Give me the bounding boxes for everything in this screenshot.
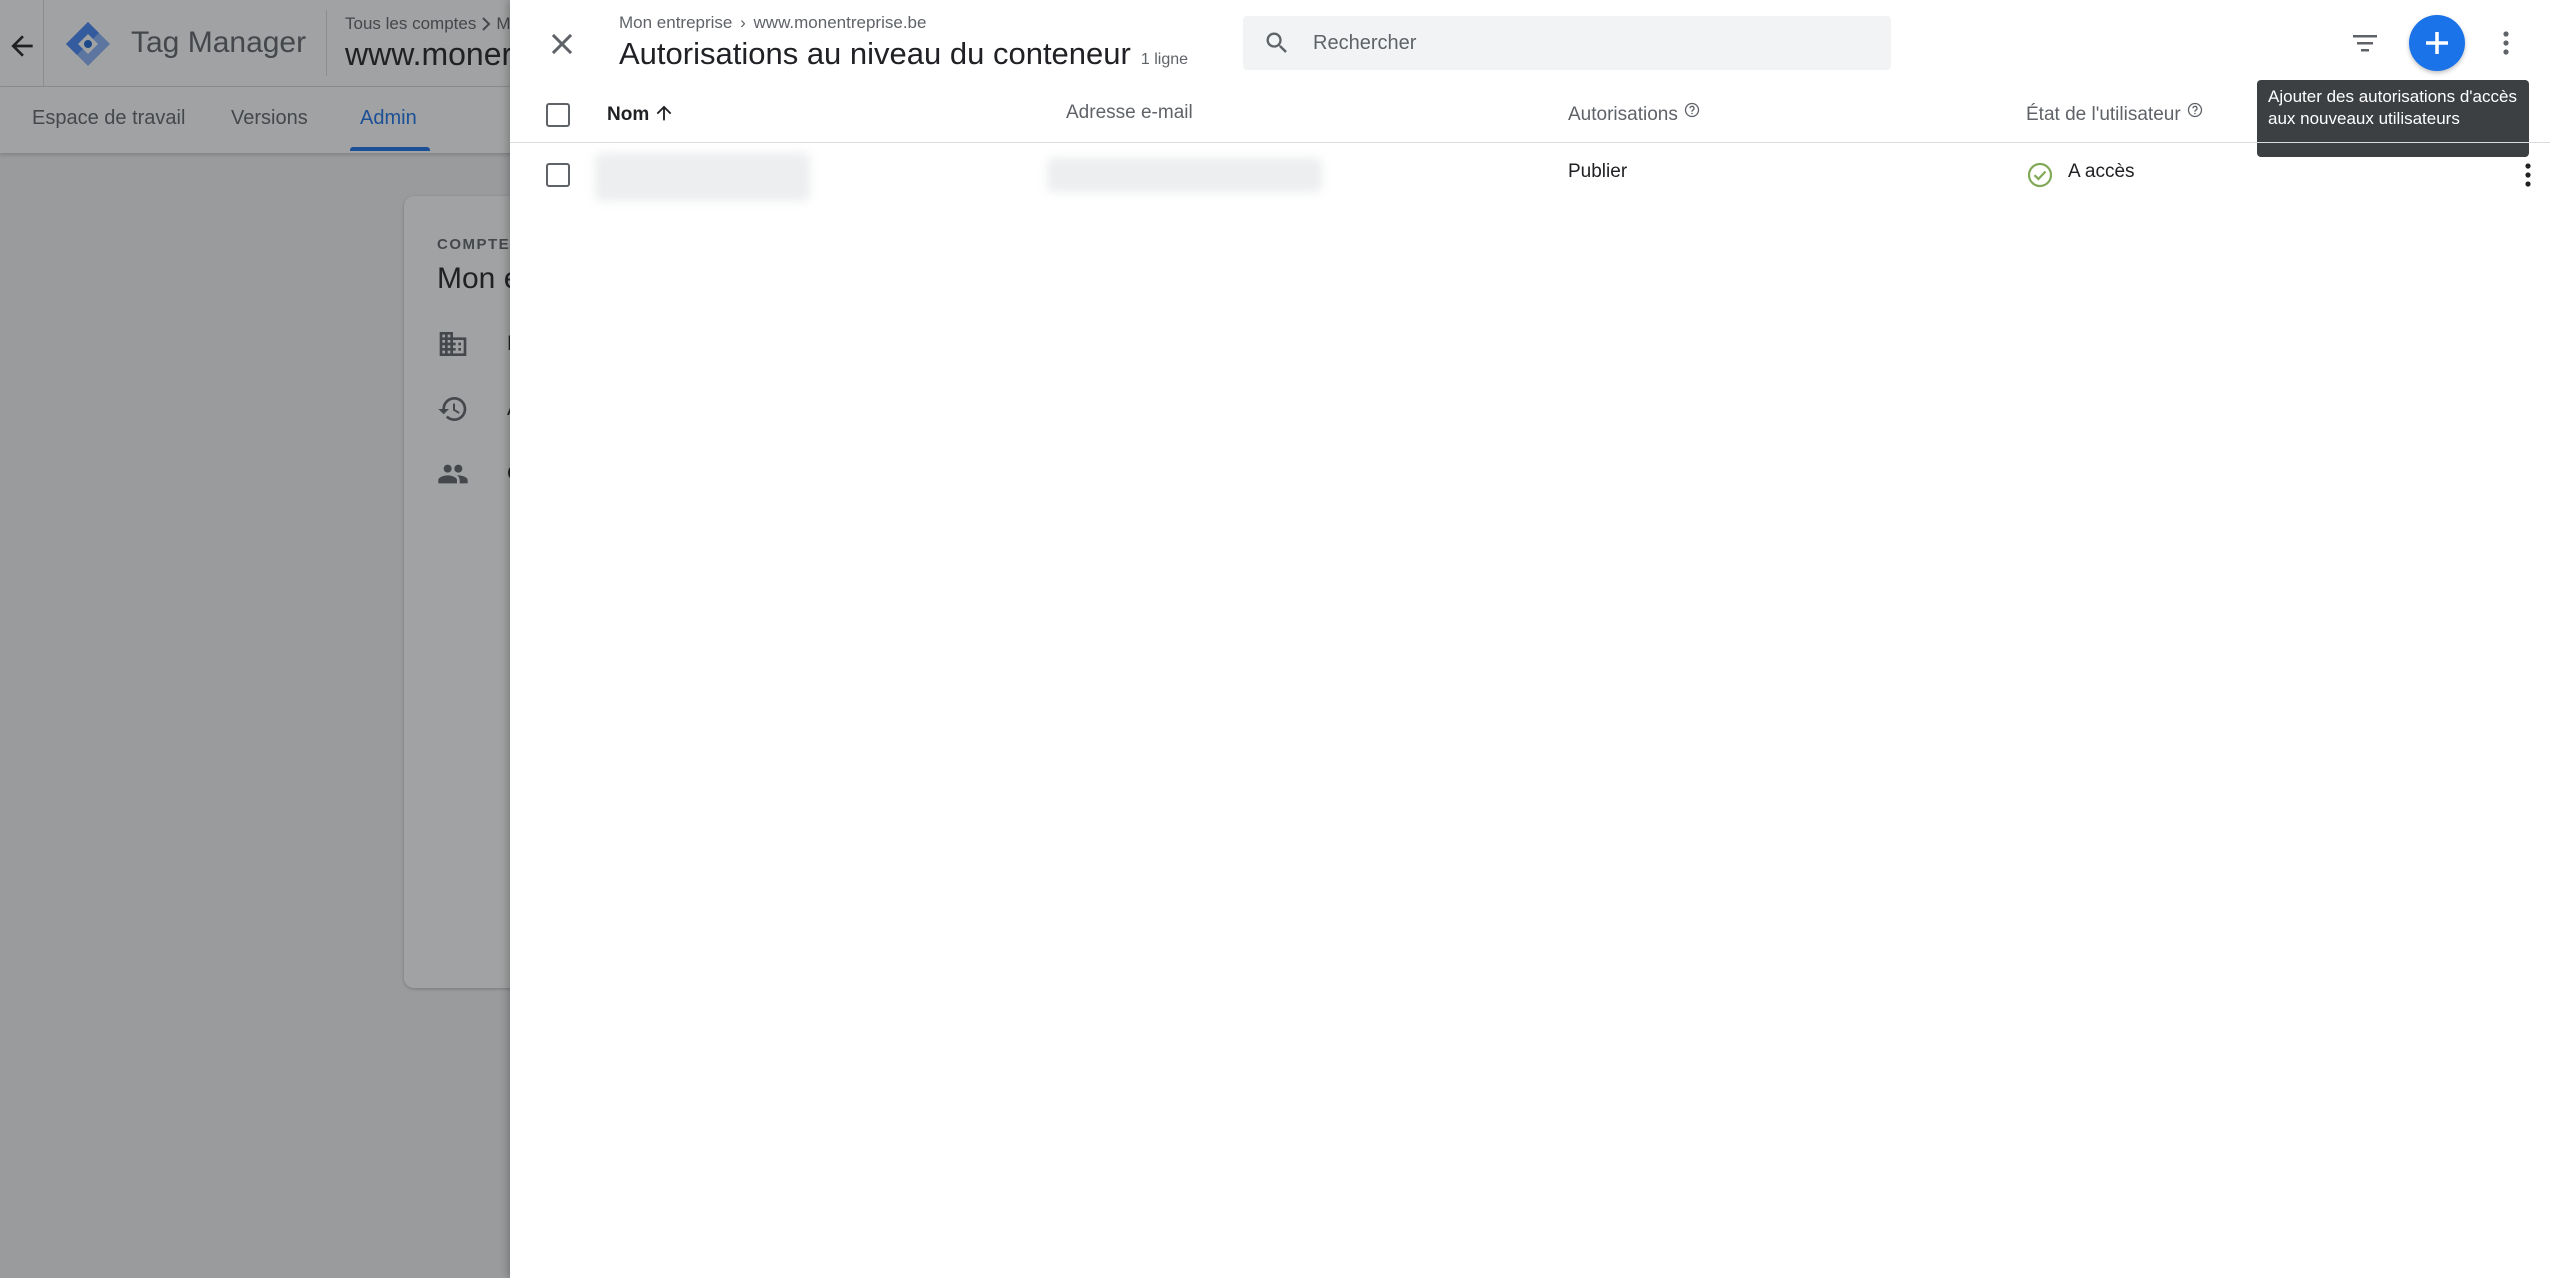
row-count: 1 ligne bbox=[1140, 51, 1189, 68]
breadcrumb-separator: › bbox=[740, 13, 746, 32]
search-input[interactable] bbox=[1313, 16, 1873, 70]
column-header-label: Autorisations bbox=[1568, 104, 1678, 125]
column-header-email[interactable]: Adresse e-mail bbox=[1066, 102, 1193, 124]
help-icon[interactable] bbox=[2187, 102, 2203, 118]
more-options-button[interactable] bbox=[2485, 22, 2527, 64]
close-button[interactable] bbox=[540, 22, 584, 66]
breadcrumb-container[interactable]: www.monentreprise.be bbox=[754, 13, 927, 32]
breadcrumb-account[interactable]: Mon entreprise bbox=[619, 13, 732, 32]
row-checkbox[interactable] bbox=[546, 163, 570, 187]
column-header-name[interactable]: Nom bbox=[607, 102, 675, 126]
row-more-button[interactable] bbox=[2508, 155, 2548, 195]
filter-button[interactable] bbox=[2344, 22, 2386, 64]
permission-value: Publier bbox=[1568, 161, 1628, 182]
column-header-permissions[interactable]: Autorisations bbox=[1568, 102, 1700, 126]
more-vert-icon bbox=[2503, 31, 2509, 55]
filter-icon bbox=[2353, 35, 2377, 52]
page-title: Autorisations au niveau du conteneur bbox=[619, 36, 1131, 71]
close-icon bbox=[551, 33, 573, 55]
more-vert-icon bbox=[2525, 163, 2531, 187]
search-bar[interactable] bbox=[1243, 16, 1891, 70]
user-email-redacted bbox=[1047, 158, 1322, 192]
column-header-label: État de l'utilisateur bbox=[2026, 104, 2181, 125]
search-icon bbox=[1263, 29, 1291, 57]
arrow-up-icon bbox=[653, 102, 675, 124]
plus-icon bbox=[2426, 32, 2448, 54]
check-circle-icon bbox=[2026, 161, 2054, 189]
help-icon[interactable] bbox=[1684, 102, 1700, 118]
column-header-label: Nom bbox=[607, 104, 650, 125]
table-row[interactable]: Publier A accès bbox=[510, 143, 2550, 207]
breadcrumb: Mon entreprise › www.monentreprise.be bbox=[619, 13, 926, 33]
add-users-button[interactable] bbox=[2409, 15, 2465, 71]
panel-header: Autorisations au niveau du conteneur 1 li… bbox=[619, 36, 1188, 72]
table-header: Nom Adresse e-mail Autorisations État de… bbox=[510, 87, 2550, 143]
column-header-user-status[interactable]: État de l'utilisateur bbox=[2026, 102, 2203, 126]
select-all-checkbox[interactable] bbox=[546, 103, 570, 127]
user-status: A accès bbox=[2068, 161, 2135, 182]
user-name-redacted bbox=[595, 153, 810, 201]
permissions-panel: Mon entreprise › www.monentreprise.be Au… bbox=[510, 0, 2550, 1278]
